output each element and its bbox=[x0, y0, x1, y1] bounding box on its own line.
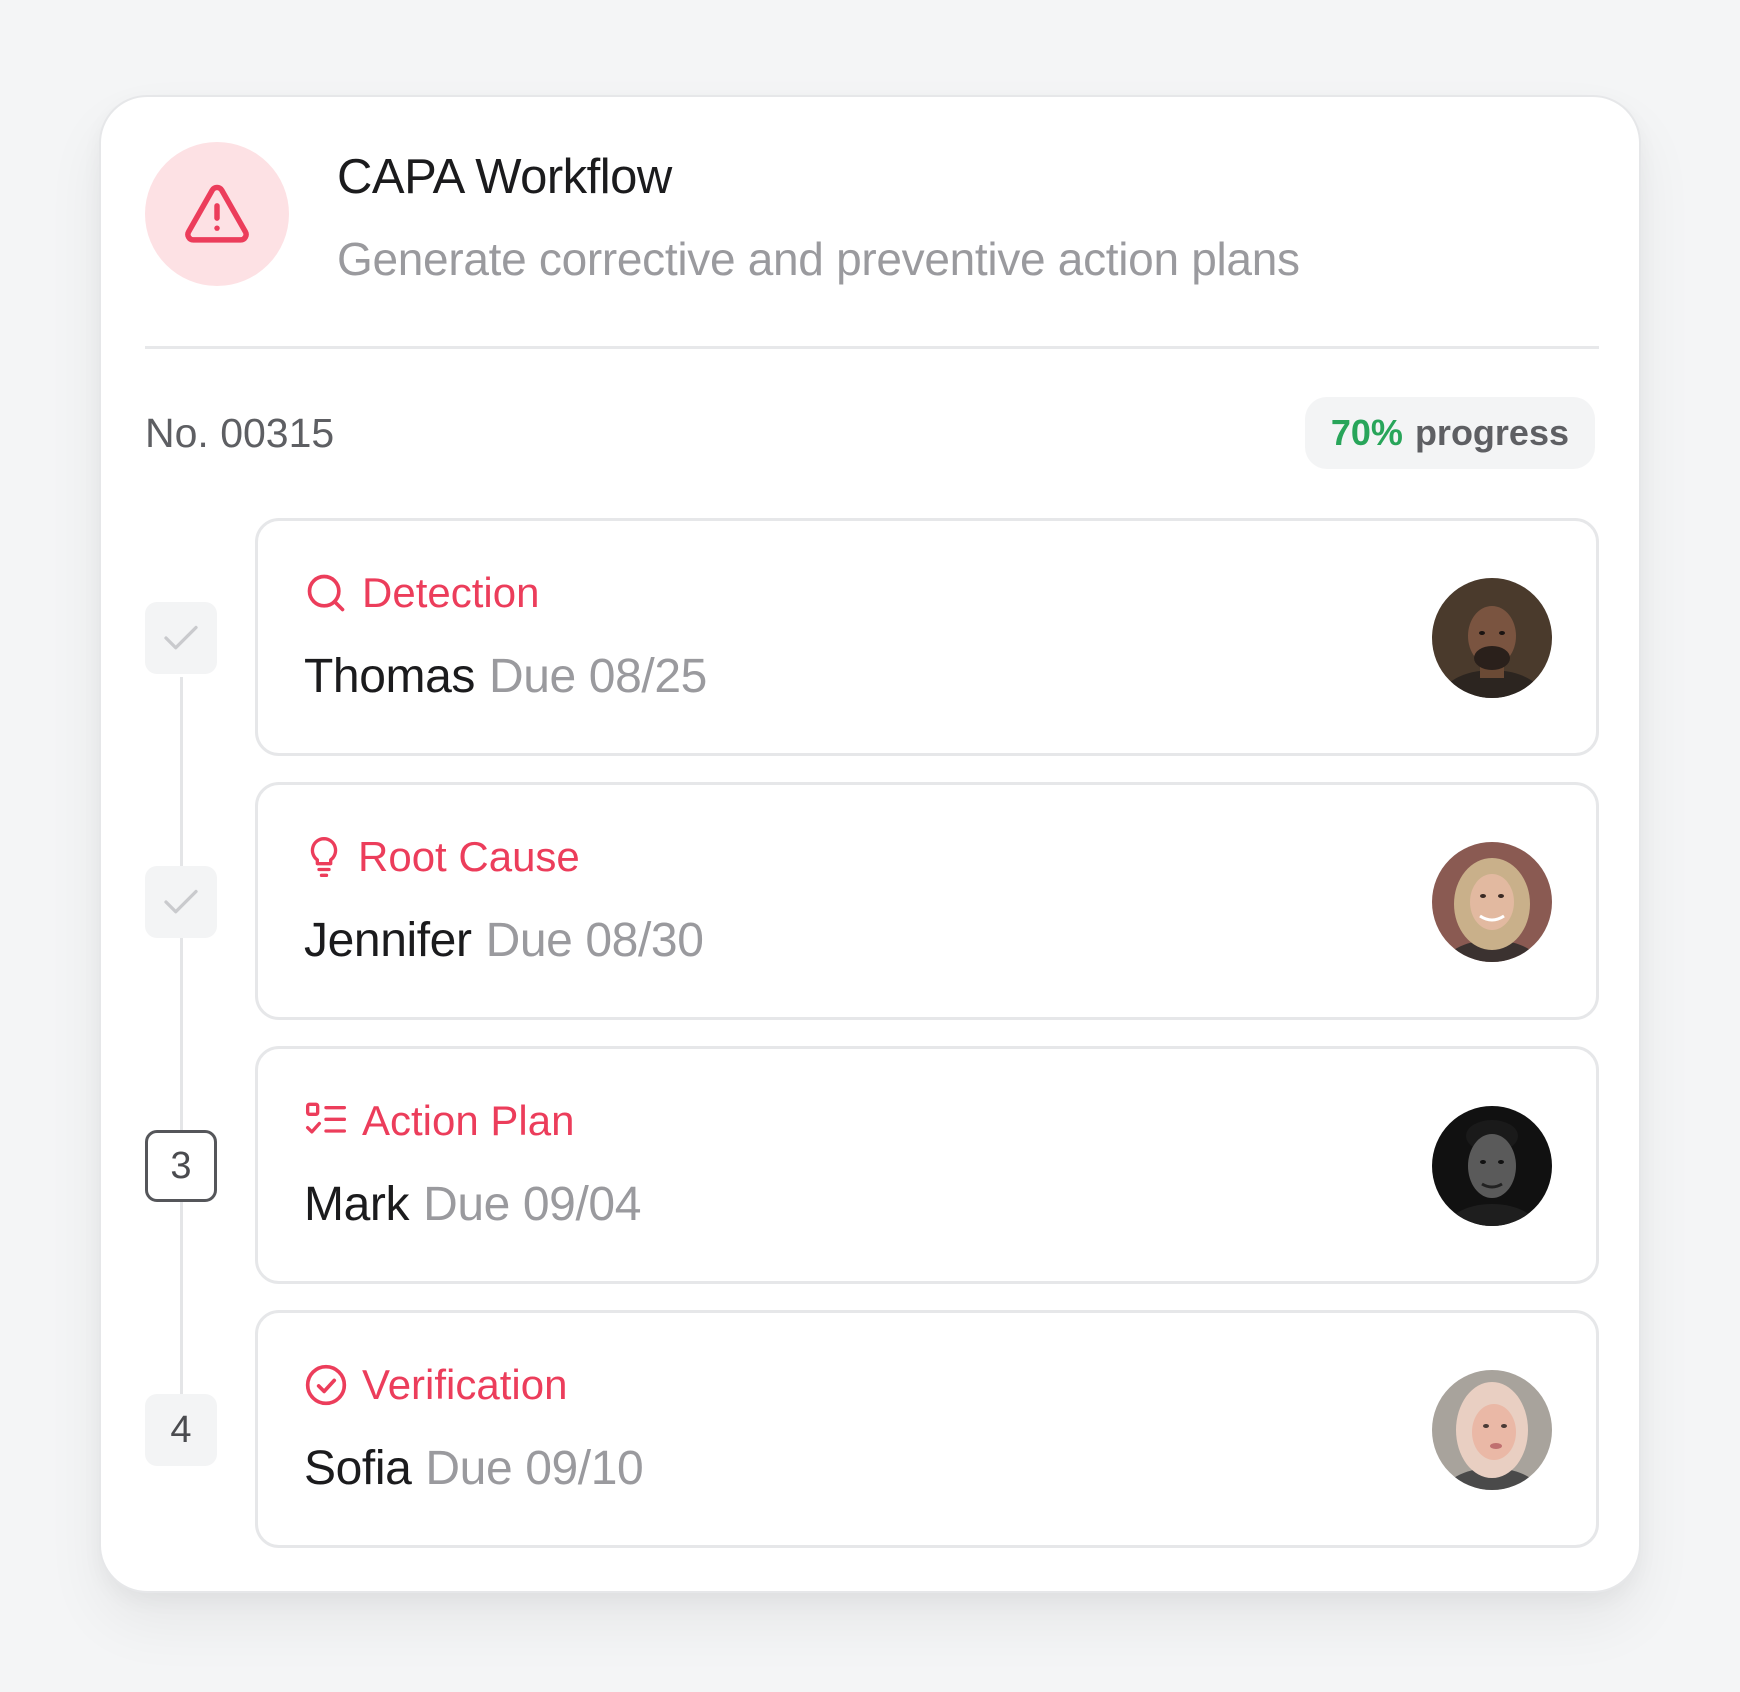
step-header: Detection bbox=[304, 569, 539, 617]
check-circle-icon bbox=[305, 1364, 347, 1406]
checklist-icon bbox=[305, 1102, 346, 1134]
step-assignment: Thomas Due 08/25 bbox=[304, 649, 707, 704]
due-date: Due 08/25 bbox=[489, 650, 707, 703]
progress-value: 70% bbox=[1330, 412, 1403, 453]
step-4-marker: 4 bbox=[145, 1394, 217, 1466]
avatar bbox=[1432, 578, 1552, 698]
header-divider bbox=[145, 346, 1599, 349]
step-card-detection[interactable]: Detection Thomas Due 08/25 bbox=[255, 518, 1599, 756]
page-title: CAPA Workflow bbox=[337, 150, 672, 204]
step-title: Root Cause bbox=[358, 833, 580, 880]
checkmark-icon bbox=[164, 625, 198, 650]
step-card-verification[interactable]: Verification Sofia Due 09/10 bbox=[255, 1310, 1599, 1548]
lightbulb-icon bbox=[310, 837, 338, 877]
step-card-action-plan[interactable]: Action Plan Mark Due 09/04 bbox=[255, 1046, 1599, 1284]
due-date: Due 09/10 bbox=[425, 1442, 644, 1495]
page-subtitle: Generate corrective and preventive actio… bbox=[337, 233, 1300, 285]
step-header: Action Plan bbox=[304, 1097, 574, 1145]
assignee-name: Thomas bbox=[304, 650, 475, 703]
checkmark-icon bbox=[164, 889, 198, 914]
assignee-name: Mark bbox=[304, 1178, 410, 1231]
warning-triangle-icon bbox=[145, 142, 289, 286]
step-title: Verification bbox=[362, 1361, 568, 1408]
step-header: Verification bbox=[304, 1361, 567, 1409]
avatar bbox=[1432, 1106, 1552, 1226]
avatar bbox=[1432, 842, 1552, 962]
assignee-name: Jennifer bbox=[304, 914, 472, 967]
due-date: Due 09/04 bbox=[423, 1178, 641, 1231]
due-date: Due 08/30 bbox=[485, 914, 704, 967]
timeline-line bbox=[180, 677, 183, 1442]
step-assignment: Sofia Due 09/10 bbox=[304, 1441, 644, 1496]
progress-badge: 70% progress bbox=[1304, 397, 1595, 469]
capa-workflow-card: CAPA Workflow Generate corrective and pr… bbox=[99, 95, 1641, 1593]
search-icon bbox=[307, 574, 345, 612]
progress-label: progress bbox=[1414, 412, 1569, 453]
step-header: Root Cause bbox=[304, 833, 580, 881]
step-card-root-cause[interactable]: Root Cause Jennifer Due 08/30 bbox=[255, 782, 1599, 1020]
step-title: Action Plan bbox=[362, 1097, 575, 1144]
avatar bbox=[1432, 1370, 1552, 1490]
step-title: Detection bbox=[362, 569, 540, 616]
step-assignment: Jennifer Due 08/30 bbox=[304, 913, 704, 968]
case-number: No. 00315 bbox=[145, 410, 335, 456]
assignee-name: Sofia bbox=[304, 1442, 412, 1495]
step-2-marker bbox=[145, 866, 217, 938]
step-assignment: Mark Due 09/04 bbox=[304, 1177, 641, 1232]
step-3-marker: 3 bbox=[145, 1130, 217, 1202]
step-1-marker bbox=[145, 602, 217, 674]
